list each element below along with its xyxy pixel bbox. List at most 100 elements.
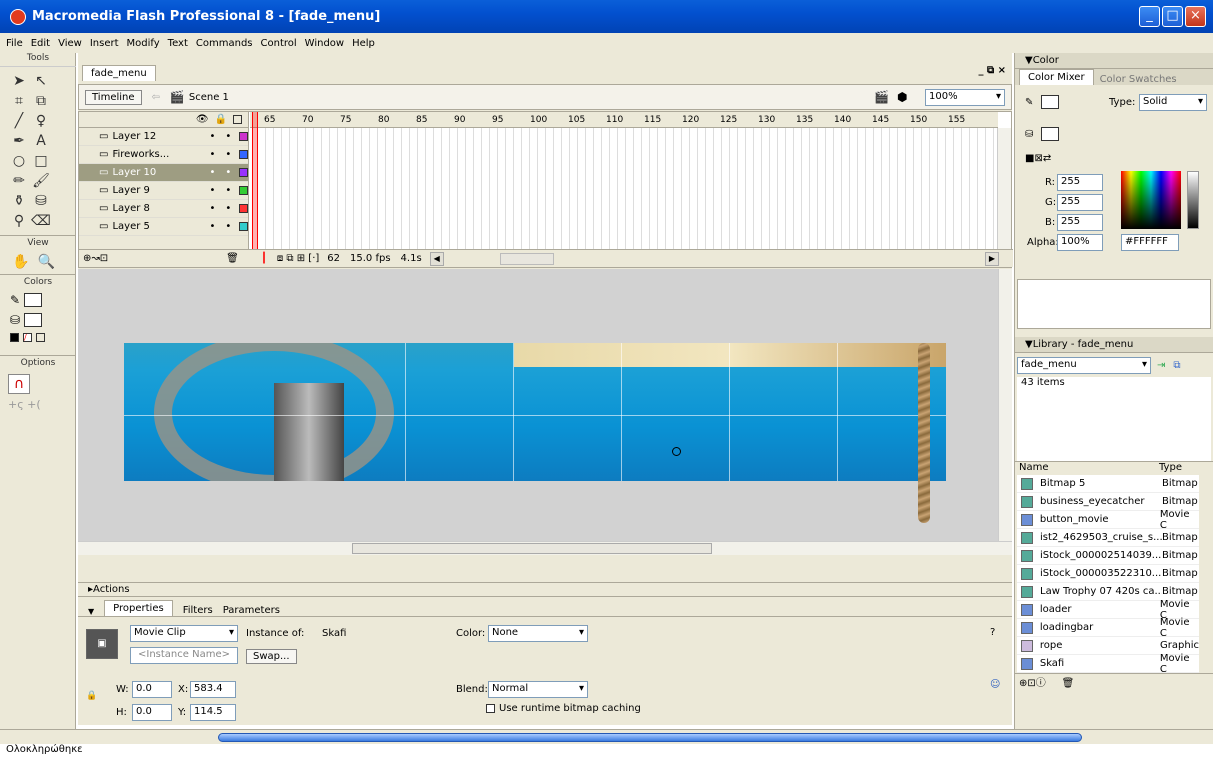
tab-color-swatches[interactable]: Color Swatches: [1100, 74, 1177, 85]
library-bottom-icons[interactable]: ⊕⊡ⓘ 🗑: [1015, 673, 1213, 689]
oval-tool-icon[interactable]: ○: [8, 151, 30, 171]
timeline-hscroll-thumb[interactable]: [499, 252, 554, 265]
snap-to-objects-icon[interactable]: ∩: [8, 374, 30, 394]
lasso-tool-icon[interactable]: ♀: [30, 111, 52, 131]
hand-tool-icon[interactable]: ✋: [10, 252, 32, 272]
layer-row[interactable]: ▭ Layer 12 • •: [79, 128, 248, 146]
stage-vscroll[interactable]: [998, 269, 1012, 541]
minimize-button[interactable]: _: [1139, 6, 1160, 27]
stroke-color-swatch[interactable]: [24, 293, 43, 307]
layer-color-swatch[interactable]: [239, 150, 248, 159]
free-transform-tool-icon[interactable]: ⌗: [8, 91, 30, 111]
maximize-button[interactable]: □: [1162, 6, 1183, 27]
actions-panel-title[interactable]: Actions: [93, 584, 130, 595]
lock-icon[interactable]: 🔒: [215, 114, 227, 125]
swap-colors-icon[interactable]: [36, 333, 45, 342]
layer-color-swatch[interactable]: [239, 204, 248, 213]
brush-tool-icon[interactable]: 🖌: [30, 171, 52, 191]
lock-dot[interactable]: •: [225, 149, 231, 160]
swap-button[interactable]: Swap...: [246, 649, 297, 664]
visibility-dot[interactable]: •: [209, 203, 215, 214]
mixer-fill-swatch[interactable]: [1041, 127, 1059, 141]
stage-hscroll-thumb[interactable]: [352, 543, 712, 554]
pencil-tool-icon[interactable]: ✏: [8, 171, 30, 191]
subselect-tool-icon[interactable]: ↖: [30, 71, 52, 91]
tab-parameters[interactable]: Parameters: [223, 605, 280, 616]
color-panel-header[interactable]: ▼ Color: [1015, 53, 1213, 69]
layer-color-swatch[interactable]: [239, 168, 248, 177]
visibility-dot[interactable]: •: [209, 167, 215, 178]
blue-field[interactable]: 255: [1057, 214, 1103, 231]
layer-row[interactable]: ▭ Layer 5 • •: [79, 218, 248, 236]
stage-bitmap[interactable]: [124, 343, 946, 481]
timeline-scroll-left[interactable]: ◀: [429, 251, 444, 266]
default-colors-icon[interactable]: [10, 333, 19, 342]
library-doc-select[interactable]: fade_menu ▾: [1017, 356, 1151, 374]
gradient-transform-tool-icon[interactable]: ⧉: [30, 91, 52, 111]
timeline-vscroll[interactable]: [997, 128, 1011, 249]
width-field[interactable]: 0.0: [132, 681, 172, 698]
tab-filters[interactable]: Filters: [183, 605, 213, 616]
stage-area[interactable]: [78, 269, 998, 541]
line-tool-icon[interactable]: ╱: [8, 111, 30, 131]
pin-icon[interactable]: ⇥: [1157, 360, 1165, 371]
lock-dot[interactable]: •: [225, 167, 231, 178]
collapse-arrow-icon[interactable]: ▼: [88, 607, 94, 616]
visibility-dot[interactable]: •: [209, 185, 215, 196]
library-col-type[interactable]: Type: [1159, 462, 1182, 475]
green-field[interactable]: 255: [1057, 194, 1103, 211]
lock-dot[interactable]: •: [225, 221, 231, 232]
new-library-icon[interactable]: ⧉: [1173, 360, 1180, 371]
scene-label[interactable]: Scene 1: [189, 92, 229, 103]
add-layer-icon[interactable]: ⊕↝⊡: [83, 253, 108, 264]
zoom-select[interactable]: 100% ▾: [925, 89, 1005, 106]
x-field[interactable]: 583.4: [190, 681, 236, 698]
tab-color-mixer[interactable]: Color Mixer: [1019, 69, 1094, 85]
brightness-slider[interactable]: [1187, 171, 1199, 229]
frame-grid[interactable]: [250, 128, 998, 249]
rope-graphic[interactable]: [918, 343, 930, 523]
eyedropper-tool-icon[interactable]: ⚲: [8, 211, 30, 231]
library-item[interactable]: button_movie Movie C: [1017, 509, 1199, 531]
frame-ruler[interactable]: 65 70 75 80 85 90 95 100 105 110 115 120 125 130 135 14…: [250, 112, 998, 128]
lock-dot[interactable]: •: [225, 131, 231, 142]
menu-edit[interactable]: Edit: [31, 38, 50, 49]
library-item[interactable]: iStock_000002514039... Bitmap: [1017, 547, 1199, 565]
text-tool-icon[interactable]: A: [30, 131, 52, 151]
layer-color-swatch[interactable]: [239, 132, 248, 141]
no-color-icon[interactable]: /: [23, 333, 32, 342]
lock-dot[interactable]: •: [225, 185, 231, 196]
library-panel-header[interactable]: ▼ Library - fade_menu: [1015, 337, 1213, 353]
rectangle-tool-icon[interactable]: □: [30, 151, 52, 171]
onion-skin-icons[interactable]: ⧈ ⧉ ⊞ [·]: [277, 253, 319, 264]
ink-bottle-tool-icon[interactable]: ⚱: [8, 191, 30, 211]
document-tab[interactable]: fade_menu: [82, 65, 156, 81]
layer-row[interactable]: ▭ Layer 8 • •: [79, 200, 248, 218]
visibility-dot[interactable]: •: [209, 149, 215, 160]
menu-control[interactable]: Control: [261, 38, 297, 49]
menu-insert[interactable]: Insert: [90, 38, 119, 49]
menu-help[interactable]: Help: [352, 38, 375, 49]
instance-name-input[interactable]: <Instance Name>: [130, 647, 238, 664]
edit-scene-icon[interactable]: 🎬: [874, 90, 889, 104]
accessibility-icon[interactable]: ☺: [990, 679, 1000, 690]
visibility-dot[interactable]: •: [209, 131, 215, 142]
paint-bucket-tool-icon[interactable]: ⛁: [30, 191, 52, 211]
stage-hscroll[interactable]: [78, 541, 1012, 555]
playhead[interactable]: [252, 112, 258, 249]
layer-color-swatch[interactable]: [239, 222, 248, 231]
timeline-scroll-right[interactable]: ▶: [985, 251, 999, 266]
mixer-color-buttons-icon[interactable]: ■⊠⇄: [1025, 153, 1051, 164]
y-field[interactable]: 114.5: [190, 704, 236, 721]
eye-icon[interactable]: 👁: [196, 114, 209, 125]
library-item[interactable]: loadingbar Movie C: [1017, 617, 1199, 639]
menu-modify[interactable]: Modify: [127, 38, 160, 49]
eraser-tool-icon[interactable]: ⌫: [30, 211, 52, 231]
symbol-type-select[interactable]: Movie Clip ▾: [130, 625, 238, 642]
tab-properties[interactable]: Properties: [104, 600, 173, 616]
menu-file[interactable]: File: [6, 38, 23, 49]
mixer-stroke-swatch[interactable]: [1041, 95, 1059, 109]
bitmap-cache-checkbox[interactable]: [486, 704, 495, 713]
layer-color-swatch[interactable]: [239, 186, 248, 195]
center-frame-icon[interactable]: ┃: [261, 253, 267, 264]
